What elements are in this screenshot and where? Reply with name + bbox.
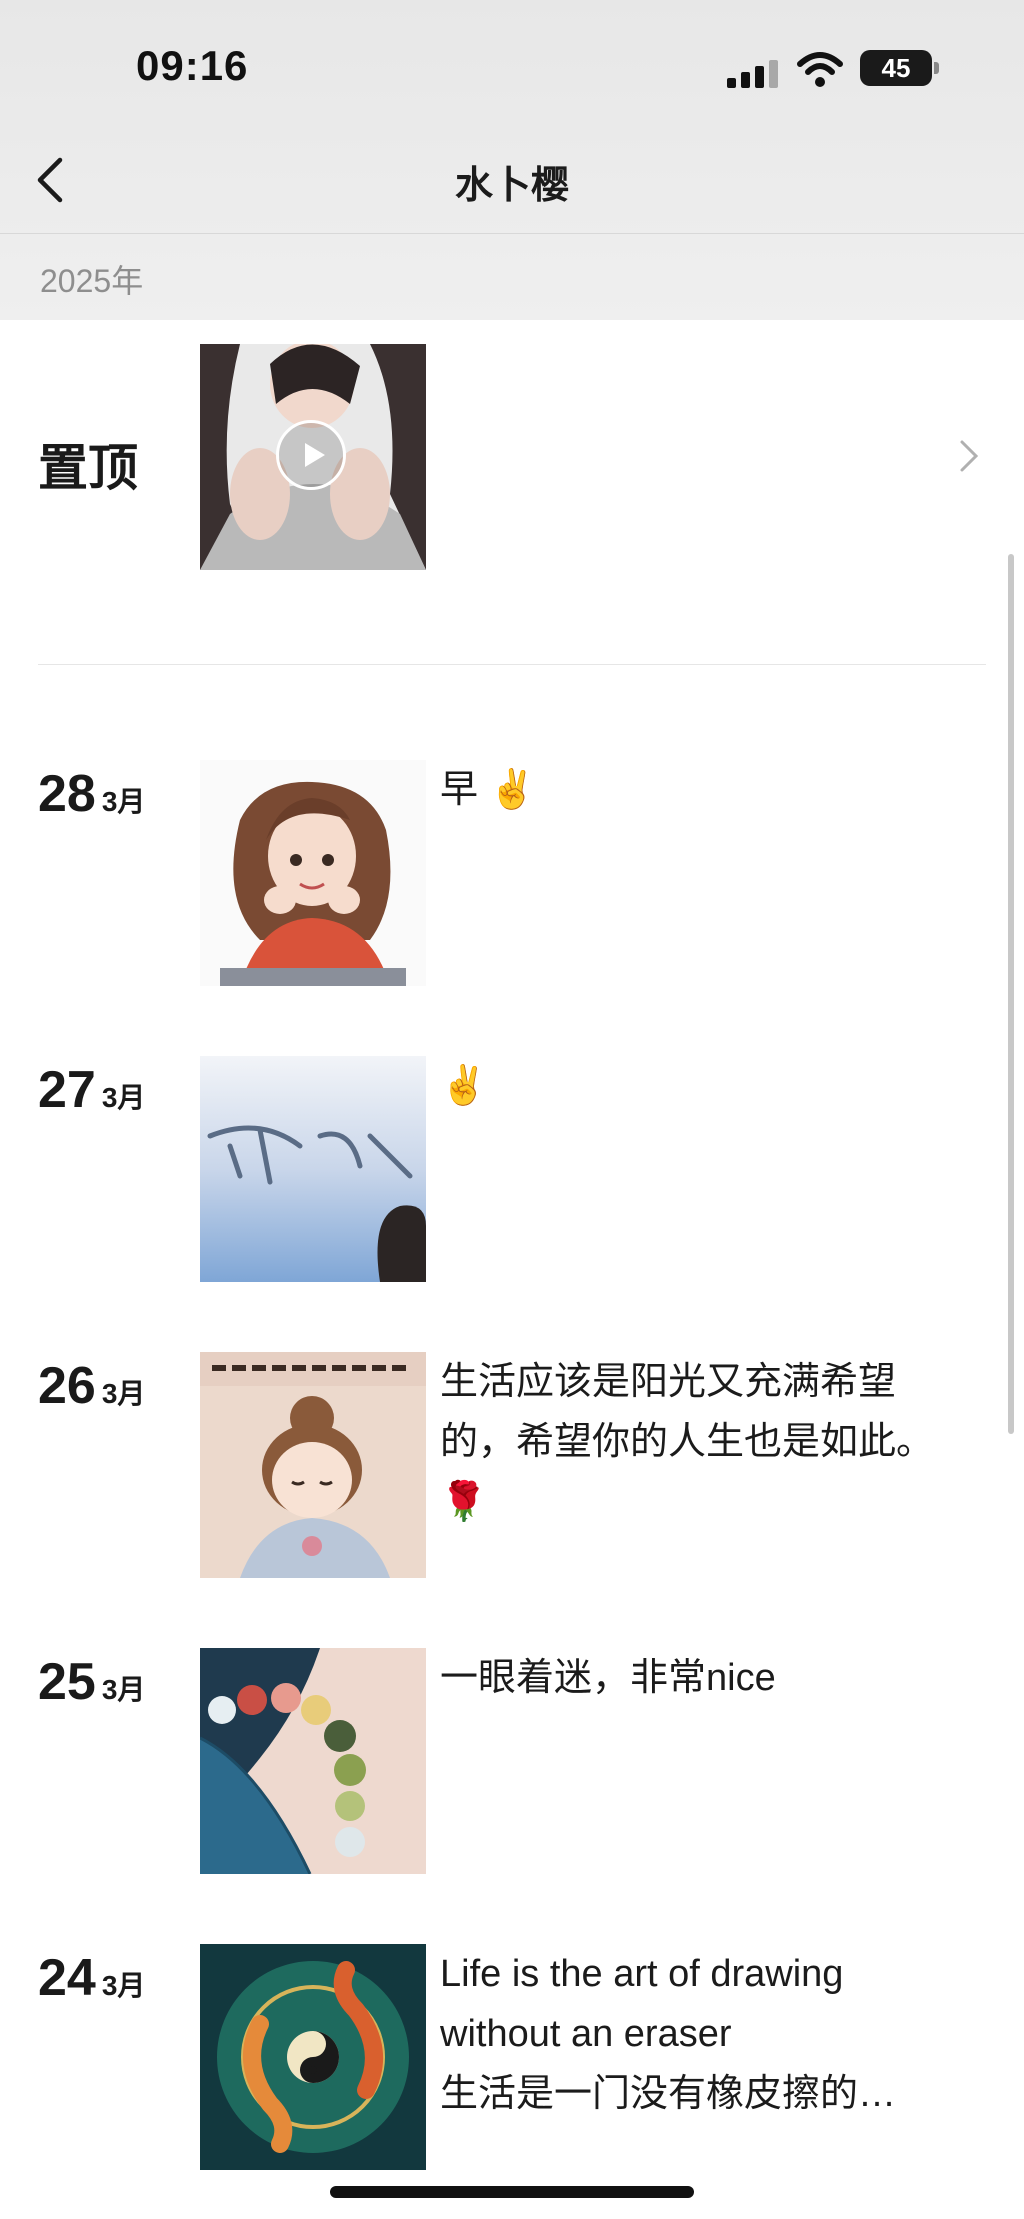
sky-handwriting-image [200,1056,426,1282]
cartoon-bun-girl-image [200,1352,426,1578]
wifi-icon [797,52,843,87]
post-month: 3月 [101,1378,146,1409]
post-thumbnail[interactable] [200,1056,426,1282]
post-date: 25 3月 [38,1652,145,1712]
nav-divider [0,233,1024,234]
moment-post[interactable]: 24 3月 Life is the art of drawing without… [0,1944,1024,2174]
post-caption: 一眼着迷，非常nice [440,1657,776,1699]
post-caption: ✌️ [440,1065,488,1107]
bracelet-image [200,1648,426,1874]
top-header: 09:16 45 水卜樱 2025年 [0,0,1024,320]
status-time: 09:16 [136,42,249,89]
post-day: 26 [38,1357,96,1415]
pinned-video-thumbnail[interactable] [200,344,426,570]
post-date: 27 3月 [38,1060,145,1120]
battery-icon: 45 [860,50,932,86]
pinned-label: 置顶 [38,440,138,496]
scrollbar[interactable] [1008,554,1014,1434]
page-title: 水卜樱 [454,165,569,207]
post-month: 3月 [101,1082,146,1113]
moment-post[interactable]: 25 3月 一眼着迷，非常nice [0,1648,1024,1878]
year-header: 2025年 [40,263,144,299]
koi-yin-yang-image [200,1944,426,2170]
section-divider [38,664,986,665]
moment-post[interactable]: 28 3月 早 ✌️ [0,760,1024,990]
post-thumbnail[interactable] [200,1648,426,1874]
post-date: 24 3月 [38,1948,145,2008]
post-caption: 早 ✌️ [440,769,536,811]
moment-post[interactable]: 26 3月 生活应该是阳光又充满希望的，希望你的人生也是如此。🌹 [0,1352,1024,1582]
post-caption: Life is the art of drawing without an er… [440,1953,897,2115]
post-month: 3月 [101,1970,146,2001]
post-thumbnail[interactable] [200,1352,426,1578]
post-thumbnail[interactable] [200,1944,426,2170]
post-date: 26 3月 [38,1356,145,1416]
cellular-signal-icon [727,56,779,88]
cartoon-girl-image [200,760,426,986]
post-month: 3月 [101,786,146,817]
post-thumbnail[interactable] [200,760,426,986]
post-caption: 生活应该是阳光又充满希望的，希望你的人生也是如此。🌹 [440,1361,935,1523]
home-indicator[interactable] [330,2186,694,2198]
post-day: 28 [38,765,96,823]
moment-post[interactable]: 27 3月 ✌️ [0,1056,1024,1286]
post-month: 3月 [101,1674,146,1705]
post-day: 25 [38,1653,96,1711]
chevron-right-icon[interactable] [958,436,982,476]
post-date: 28 3月 [38,764,145,824]
play-icon [276,420,346,490]
battery-cap [934,62,939,74]
post-day: 24 [38,1949,96,2007]
post-day: 27 [38,1061,96,1119]
